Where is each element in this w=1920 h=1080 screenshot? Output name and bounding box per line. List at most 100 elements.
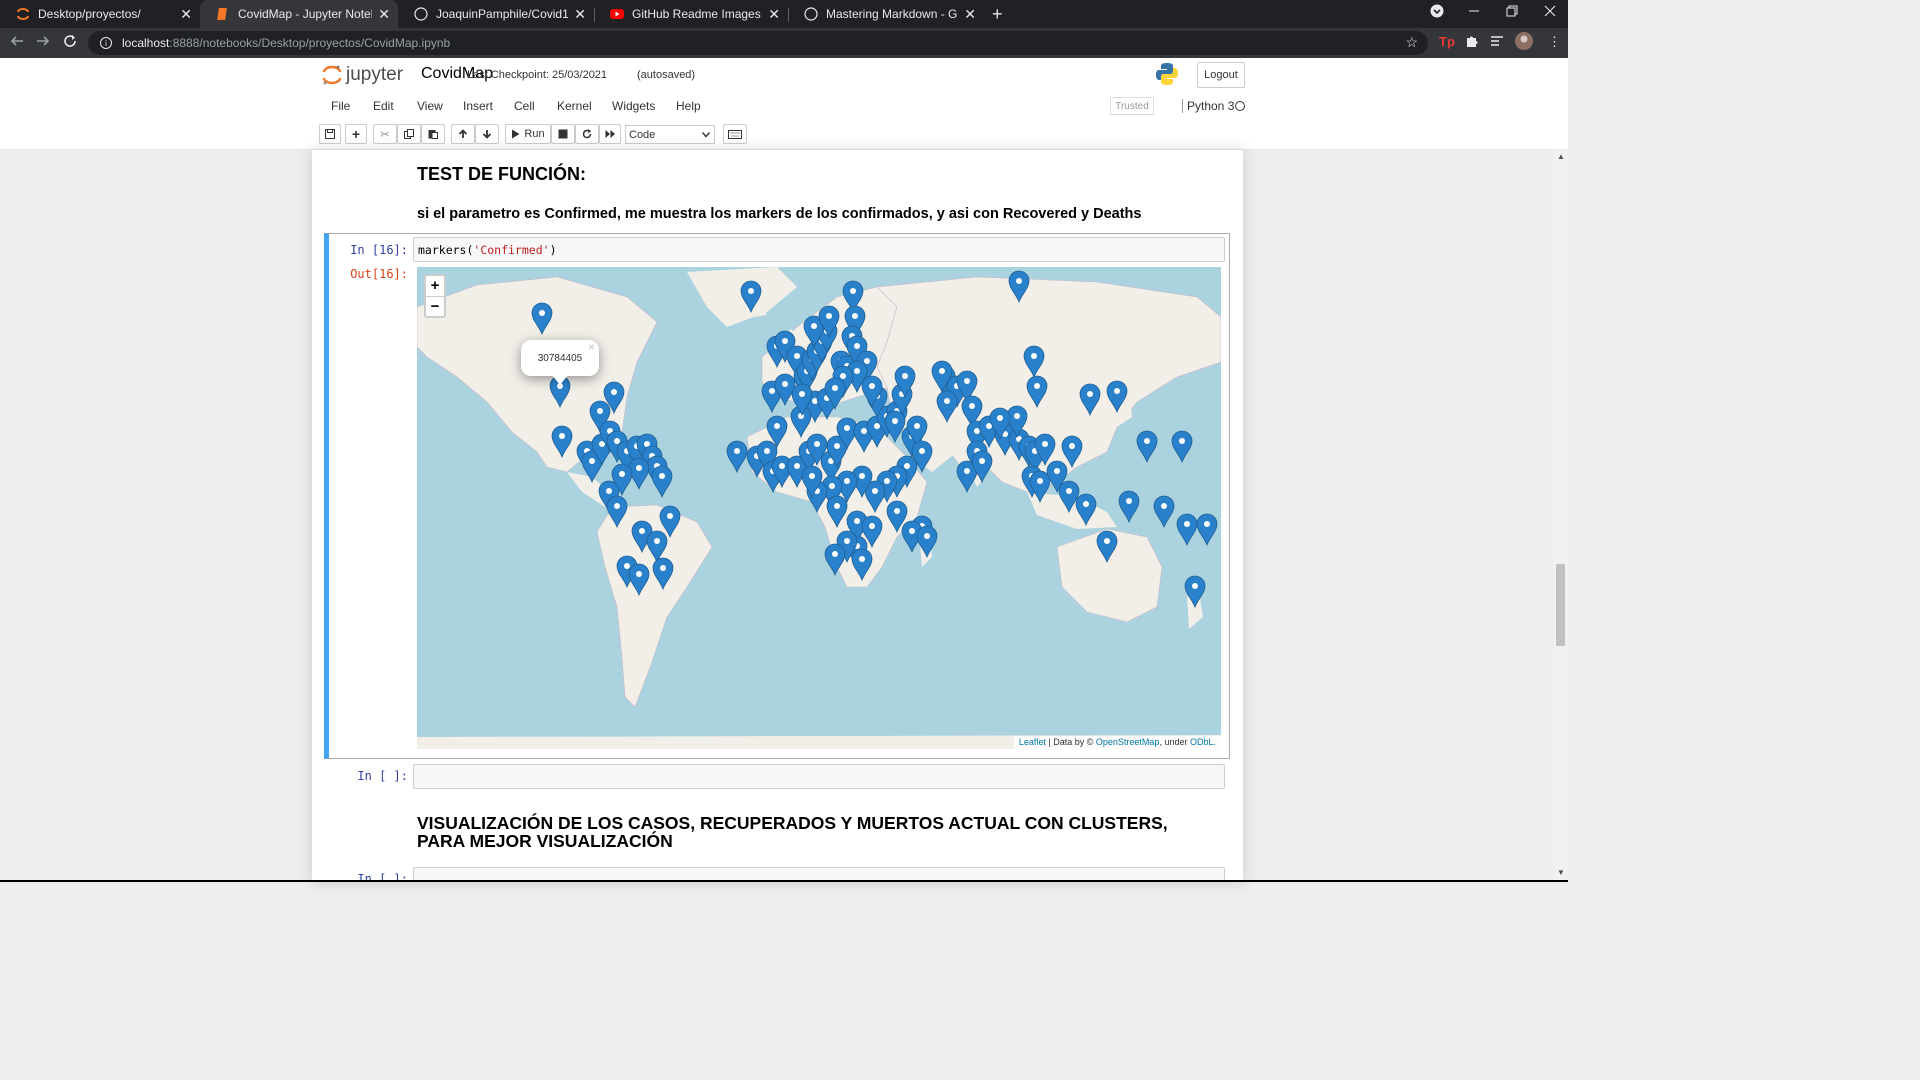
- profile-menu-icon[interactable]: [1430, 4, 1444, 21]
- close-tab-icon[interactable]: ✕: [180, 6, 192, 23]
- map-marker-pin-icon[interactable]: [1196, 513, 1218, 547]
- close-tab-icon[interactable]: ✕: [574, 6, 586, 23]
- autosave-status: (autosaved): [637, 69, 696, 81]
- menu-file[interactable]: File: [331, 99, 350, 113]
- tab-mastering-markdown[interactable]: Mastering Markdown - GitHub G ✕: [788, 0, 984, 28]
- forward-arrow-icon[interactable]: [36, 34, 50, 52]
- osm-link[interactable]: OpenStreetMap: [1096, 737, 1160, 747]
- close-tab-icon[interactable]: ✕: [378, 6, 390, 23]
- close-window-icon[interactable]: [1544, 4, 1556, 20]
- menu-edit[interactable]: Edit: [373, 99, 394, 113]
- odbl-link[interactable]: ODbL.: [1190, 737, 1216, 747]
- browser-toolbar: i localhost:8888/notebooks/Desktop/proye…: [0, 28, 1568, 58]
- new-tab-button[interactable]: +: [992, 4, 1003, 25]
- popup-tip: [552, 375, 568, 385]
- restart-kernel-button[interactable]: [575, 124, 599, 144]
- copy-button[interactable]: [397, 124, 421, 144]
- site-info-icon[interactable]: i: [100, 37, 112, 49]
- notebook-container: TEST DE FUNCIÓN: si el parametro es Conf…: [312, 150, 1243, 882]
- move-down-button[interactable]: [475, 124, 499, 144]
- close-tab-icon[interactable]: ✕: [964, 6, 976, 23]
- bookmark-star-icon[interactable]: ☆: [1405, 34, 1418, 51]
- close-tab-icon[interactable]: ✕: [768, 6, 780, 23]
- map-marker-pin-icon[interactable]: [1118, 490, 1140, 524]
- avatar[interactable]: [1515, 32, 1533, 53]
- scroll-down-icon[interactable]: ▼: [1557, 868, 1565, 877]
- map-marker-pin-icon[interactable]: [726, 440, 748, 474]
- jupyter-wordmark: jupyter: [346, 64, 404, 85]
- code-input[interactable]: markers('Confirmed'): [413, 237, 1225, 262]
- plus-icon: +: [351, 126, 361, 142]
- cut-button[interactable]: ✂: [373, 124, 397, 144]
- tab-desktop-proyectos[interactable]: Desktop/proyectos/ ✕: [0, 0, 200, 28]
- github-favicon-icon: [414, 7, 428, 21]
- tab-label: Mastering Markdown - GitHub G: [826, 7, 958, 21]
- command-palette-button[interactable]: [723, 124, 747, 144]
- leaflet-map[interactable]: + − 30784405 × Leaflet | Data by © OpenS…: [417, 267, 1221, 749]
- youtube-favicon-icon: [610, 7, 624, 21]
- restore-icon[interactable]: [1506, 4, 1518, 20]
- tab-covidmap[interactable]: CovidMap - Jupyter Notebook ✕: [200, 0, 398, 28]
- notebook-favicon-icon: [216, 7, 230, 21]
- save-button[interactable]: [319, 124, 341, 144]
- zoom-in-button[interactable]: +: [426, 276, 444, 296]
- leaflet-link[interactable]: Leaflet: [1019, 737, 1046, 747]
- insert-cell-button[interactable]: +: [345, 124, 367, 144]
- map-marker-pin-icon[interactable]: [1153, 495, 1175, 529]
- zoom-out-button[interactable]: −: [426, 296, 444, 316]
- tab-label: JoaquinPamphile/Covid19Maps:: [436, 7, 569, 21]
- map-marker-pin-icon[interactable]: [1136, 430, 1158, 464]
- menu-view[interactable]: View: [417, 99, 443, 113]
- restart-run-all-button[interactable]: [599, 124, 621, 144]
- run-button[interactable]: Run: [505, 124, 551, 144]
- tab-youtube[interactable]: GitHub Readme Images Tutorial | ✕: [594, 0, 788, 28]
- code-input-empty[interactable]: [413, 764, 1225, 789]
- restart-icon: [582, 129, 592, 139]
- map-marker-pin-icon[interactable]: [916, 525, 938, 559]
- paste-icon: [428, 130, 438, 139]
- extensions-puzzle-icon[interactable]: [1465, 34, 1479, 51]
- browser-menu-icon[interactable]: ⋮: [1548, 34, 1561, 50]
- menu-kernel[interactable]: Kernel: [557, 99, 592, 113]
- map-attribution: Leaflet | Data by © OpenStreetMap, under…: [1013, 736, 1221, 749]
- menu-insert[interactable]: Insert: [463, 99, 493, 113]
- scrollbar-thumb[interactable]: [1556, 564, 1565, 646]
- checkpoint-status: Last Checkpoint: 25/03/2021: [467, 69, 608, 81]
- tab-label: GitHub Readme Images Tutorial |: [632, 7, 762, 21]
- page-scrollbar[interactable]: ▲ ▼: [1553, 150, 1568, 882]
- move-up-button[interactable]: [451, 124, 475, 144]
- output-prompt: Out[16]:: [350, 267, 408, 281]
- paste-button[interactable]: [421, 124, 445, 144]
- cell-type-select[interactable]: Code: [625, 125, 715, 144]
- jupyter-menubar: File Edit View Insert Cell Kernel Widget…: [317, 95, 1250, 117]
- address-bar[interactable]: i localhost:8888/notebooks/Desktop/proye…: [88, 31, 1428, 55]
- markdown-heading-test: TEST DE FUNCIÓN:: [417, 164, 586, 184]
- scroll-up-icon[interactable]: ▲: [1557, 152, 1565, 161]
- taskbar-edge: [0, 880, 1568, 882]
- logout-button[interactable]: Logout: [1197, 62, 1245, 88]
- reading-list-icon[interactable]: [1490, 34, 1504, 51]
- tab-github-repo[interactable]: JoaquinPamphile/Covid19Maps: ✕: [398, 0, 594, 28]
- map-marker-pin-icon[interactable]: [1171, 430, 1193, 464]
- save-icon: [325, 129, 335, 139]
- interrupt-button[interactable]: [551, 124, 575, 144]
- kernel-name[interactable]: Python 3: [1182, 99, 1234, 113]
- input-prompt: In [ ]:: [357, 769, 408, 783]
- reload-icon[interactable]: [63, 34, 77, 52]
- back-arrow-icon[interactable]: [10, 34, 24, 52]
- kernel-idle-indicator-icon: [1235, 101, 1245, 111]
- popup-value: 30784405: [537, 352, 583, 364]
- popup-close-icon[interactable]: ×: [588, 340, 595, 354]
- map-marker-pin-icon[interactable]: [1176, 513, 1198, 547]
- jupyter-favicon-icon: [16, 7, 30, 21]
- menu-widgets[interactable]: Widgets: [612, 99, 655, 113]
- menu-help[interactable]: Help: [676, 99, 701, 113]
- chevron-down-icon: [702, 131, 710, 138]
- fast-forward-icon: [605, 130, 615, 138]
- minimize-icon[interactable]: [1469, 2, 1479, 19]
- menu-cell[interactable]: Cell: [514, 99, 535, 113]
- map-marker-pin-icon[interactable]: [651, 465, 673, 499]
- trusted-badge[interactable]: Trusted: [1110, 97, 1154, 115]
- tp-extension-icon[interactable]: Tp: [1439, 34, 1455, 49]
- jupyter-logo[interactable]: jupyter: [322, 64, 403, 86]
